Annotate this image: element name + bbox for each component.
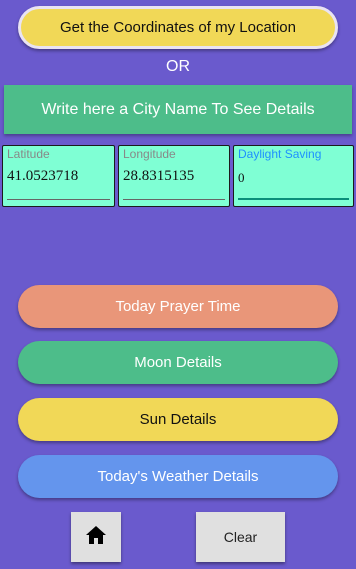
longitude-underline bbox=[123, 199, 225, 200]
city-name-input[interactable]: Write here a City Name To See Details bbox=[4, 85, 352, 134]
daylight-saving-value[interactable]: 0 bbox=[238, 170, 245, 186]
home-button[interactable] bbox=[71, 512, 121, 562]
daylight-saving-underline bbox=[238, 198, 349, 200]
daylight-saving-label: Daylight Saving bbox=[238, 147, 322, 161]
latitude-value[interactable]: 41.0523718 bbox=[7, 168, 78, 185]
daylight-saving-field[interactable]: Daylight Saving 0 bbox=[233, 145, 354, 207]
sun-details-button[interactable]: Sun Details bbox=[18, 398, 338, 441]
longitude-label: Longitude bbox=[123, 147, 176, 161]
get-coordinates-button[interactable]: Get the Coordinates of my Location bbox=[18, 6, 338, 49]
weather-details-button[interactable]: Today's Weather Details bbox=[18, 455, 338, 498]
latitude-underline bbox=[7, 199, 110, 200]
longitude-field[interactable]: Longitude 28.8315135 bbox=[118, 145, 230, 207]
home-icon bbox=[85, 525, 107, 550]
latitude-label: Latitude bbox=[7, 147, 50, 161]
latitude-field[interactable]: Latitude 41.0523718 bbox=[2, 145, 115, 207]
longitude-value[interactable]: 28.8315135 bbox=[123, 168, 194, 185]
prayer-time-button[interactable]: Today Prayer Time bbox=[18, 285, 338, 328]
moon-details-button[interactable]: Moon Details bbox=[18, 341, 338, 384]
clear-button[interactable]: Clear bbox=[196, 512, 285, 562]
or-separator: OR bbox=[166, 58, 190, 75]
